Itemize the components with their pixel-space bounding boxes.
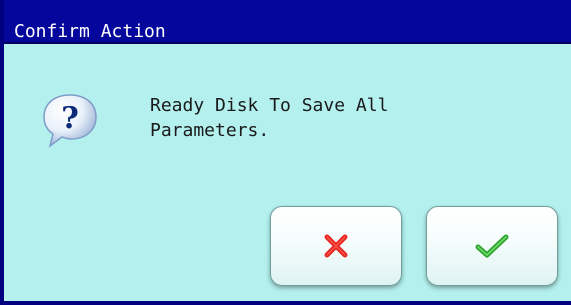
- confirm-button[interactable]: [426, 206, 558, 286]
- dialog-message: Ready Disk To Save All Parameters.: [150, 95, 389, 141]
- cross-icon: [324, 234, 348, 258]
- dialog-titlebar: Confirm Action: [4, 0, 571, 44]
- dialog-title: Confirm Action: [14, 21, 166, 42]
- dialog-body: ? Ready Disk To Save All Parameters.: [4, 44, 571, 301]
- confirm-dialog: Confirm Action ? Ready Disk To Save All …: [0, 0, 571, 305]
- question-icon: ?: [43, 94, 97, 148]
- svg-text:?: ?: [61, 101, 79, 136]
- check-icon: [475, 234, 509, 258]
- cancel-button[interactable]: [270, 206, 402, 286]
